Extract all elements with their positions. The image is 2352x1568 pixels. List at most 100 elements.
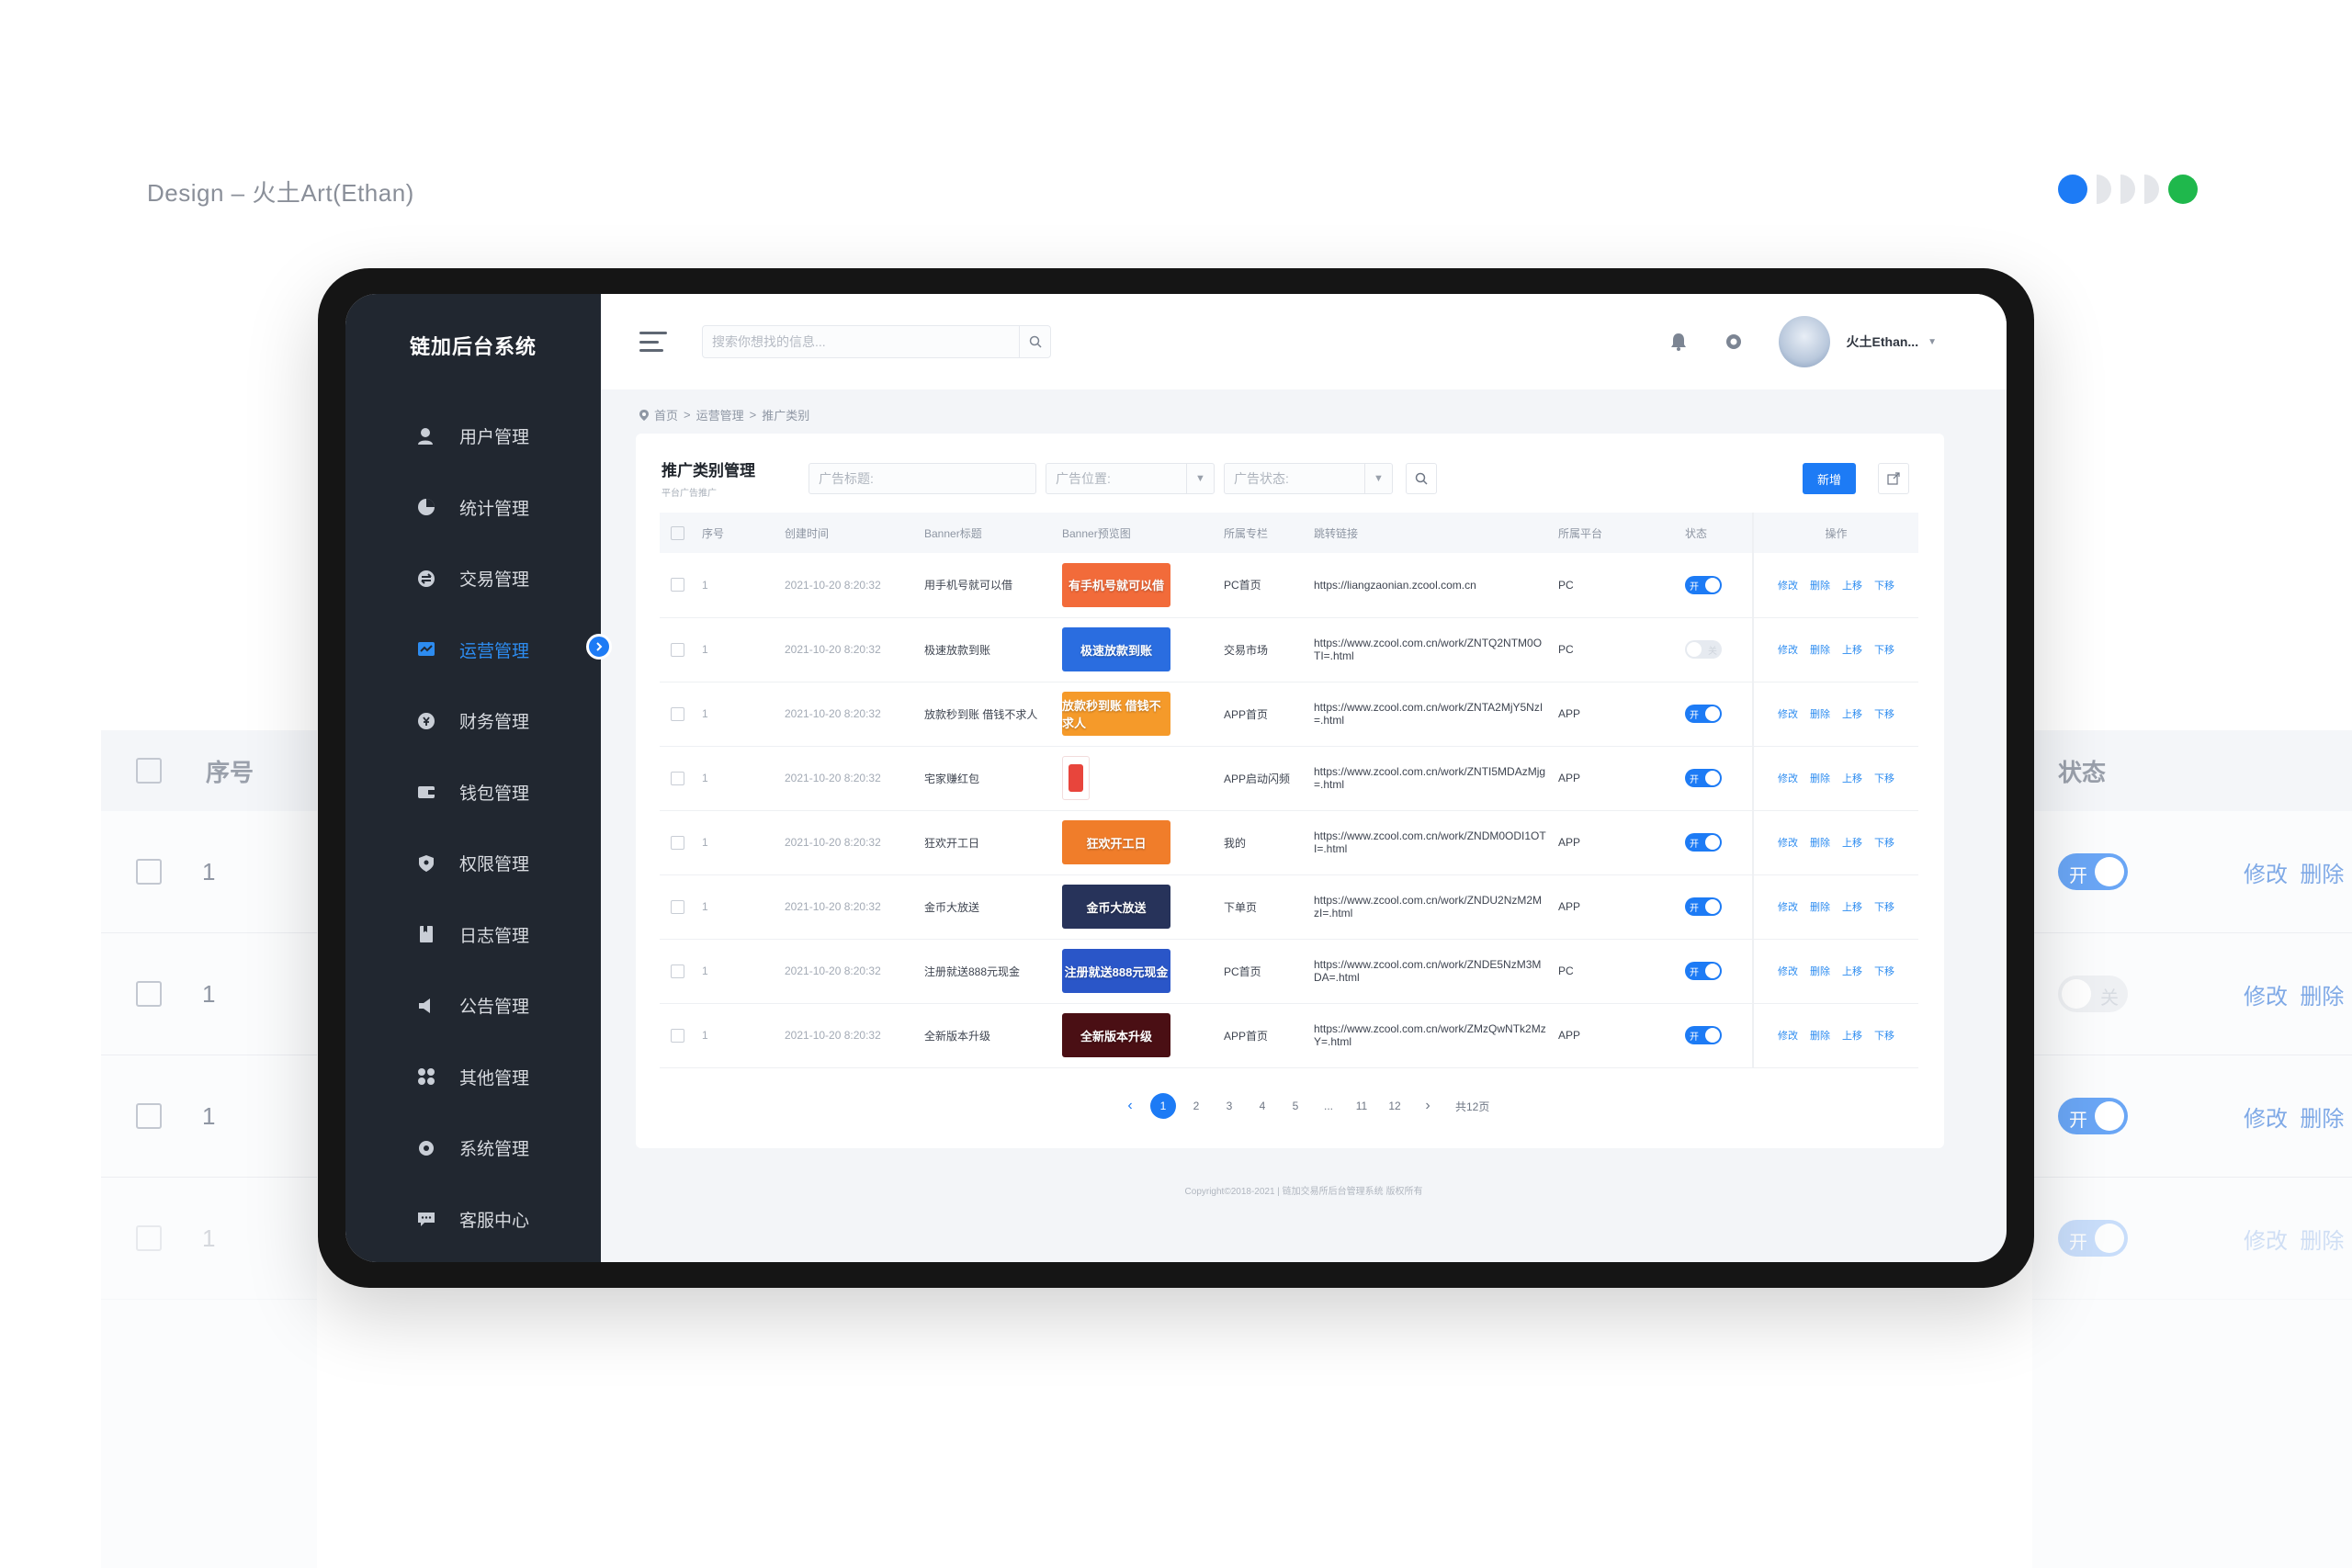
banner-preview[interactable]: 全新版本升级 — [1062, 1013, 1170, 1057]
status-toggle[interactable]: 开 — [1685, 1026, 1722, 1044]
bell-icon[interactable] — [1668, 332, 1689, 352]
sidebar-item-1[interactable]: 统计管理 — [345, 472, 601, 544]
page-number[interactable]: 4 — [1246, 1100, 1279, 1112]
move-up-link[interactable]: 上移 — [1842, 964, 1862, 978]
prev-page-icon[interactable]: ‹ — [1114, 1098, 1147, 1114]
edit-link[interactable]: 修改 — [1778, 1028, 1798, 1043]
banner-preview[interactable]: 注册就送888元现金 — [1062, 949, 1170, 993]
banner-preview[interactable]: 极速放款到账 — [1062, 627, 1170, 671]
move-up-link[interactable]: 上移 — [1842, 771, 1862, 785]
row-link[interactable]: https://www.zcool.com.cn/work/ZMzQwNTk2M… — [1303, 1003, 1547, 1068]
status-toggle[interactable]: 开 — [1685, 833, 1722, 852]
status-toggle[interactable]: 开 — [1685, 769, 1722, 787]
delete-link[interactable]: 删除 — [1810, 899, 1830, 914]
sidebar-item-5[interactable]: 钱包管理 — [345, 757, 601, 829]
gear-icon[interactable] — [1724, 332, 1744, 352]
sidebar-item-11[interactable]: 客服中心 — [345, 1184, 601, 1256]
status-toggle[interactable]: 开 — [1685, 897, 1722, 916]
banner-preview[interactable]: 放款秒到账 借钱不求人 — [1062, 692, 1170, 736]
page-number[interactable]: 12 — [1378, 1100, 1411, 1112]
row-checkbox[interactable] — [671, 706, 684, 721]
sidebar-item-10[interactable]: 系统管理 — [345, 1112, 601, 1184]
row-checkbox[interactable] — [671, 1028, 684, 1043]
sidebar-item-2[interactable]: 交易管理 — [345, 543, 601, 615]
next-page-icon[interactable]: › — [1411, 1098, 1444, 1114]
search-button[interactable] — [1019, 326, 1050, 357]
sidebar-item-3[interactable]: 运营管理 — [345, 615, 601, 686]
ad-status-select[interactable]: 广告状态: ▼ — [1224, 463, 1393, 494]
sidebar-item-6[interactable]: 权限管理 — [345, 828, 601, 899]
page-number[interactable]: 3 — [1213, 1100, 1246, 1112]
row-checkbox[interactable] — [671, 899, 684, 914]
delete-link[interactable]: 删除 — [1810, 1028, 1830, 1043]
ad-title-filter[interactable]: 广告标题: — [808, 463, 1036, 494]
delete-link[interactable]: 删除 — [1810, 642, 1830, 657]
sidebar-item-8[interactable]: 公告管理 — [345, 970, 601, 1042]
move-down-link[interactable]: 下移 — [1874, 964, 1894, 978]
filter-search-button[interactable] — [1406, 463, 1437, 494]
sidebar-item-4[interactable]: 财务管理 — [345, 685, 601, 757]
edit-link[interactable]: 修改 — [1778, 578, 1798, 592]
avatar[interactable] — [1778, 316, 1830, 367]
row-link[interactable]: https://www.zcool.com.cn/work/ZNTA2MjY5N… — [1303, 682, 1547, 747]
delete-link[interactable]: 删除 — [1810, 578, 1830, 592]
move-up-link[interactable]: 上移 — [1842, 578, 1862, 592]
edit-link[interactable]: 修改 — [1778, 899, 1798, 914]
search-input[interactable] — [703, 326, 1019, 357]
delete-link[interactable]: 删除 — [1810, 706, 1830, 721]
move-down-link[interactable]: 下移 — [1874, 771, 1894, 785]
select-all-checkbox[interactable] — [671, 525, 684, 540]
row-checkbox[interactable] — [671, 771, 684, 785]
banner-preview[interactable]: 金币大放送 — [1062, 885, 1170, 929]
banner-preview[interactable]: 有手机号就可以借 — [1062, 562, 1170, 607]
move-up-link[interactable]: 上移 — [1842, 835, 1862, 850]
row-link[interactable]: https://www.zcool.com.cn/work/ZNTI5MDAzM… — [1303, 746, 1547, 811]
status-toggle[interactable]: 开 — [1685, 962, 1722, 980]
page-number[interactable]: 1 — [1150, 1093, 1176, 1119]
breadcrumb-operation[interactable]: 运营管理 — [696, 406, 744, 423]
move-down-link[interactable]: 下移 — [1874, 899, 1894, 914]
page-number[interactable]: 5 — [1279, 1100, 1312, 1112]
row-link[interactable]: https://www.zcool.com.cn/work/ZNTQ2NTM0O… — [1303, 617, 1547, 682]
move-down-link[interactable]: 下移 — [1874, 706, 1894, 721]
delete-link[interactable]: 删除 — [1810, 964, 1830, 978]
status-toggle[interactable]: 开 — [1685, 705, 1722, 723]
move-up-link[interactable]: 上移 — [1842, 706, 1862, 721]
delete-link[interactable]: 删除 — [1810, 835, 1830, 850]
row-link[interactable]: https://www.zcool.com.cn/work/ZNDM0ODI1O… — [1303, 810, 1547, 875]
edit-link[interactable]: 修改 — [1778, 771, 1798, 785]
edit-link[interactable]: 修改 — [1778, 835, 1798, 850]
page-number[interactable]: 11 — [1345, 1100, 1378, 1112]
move-down-link[interactable]: 下移 — [1874, 642, 1894, 657]
sidebar-item-0[interactable]: 用户管理 — [345, 400, 601, 472]
row-checkbox[interactable] — [671, 964, 684, 978]
edit-link[interactable]: 修改 — [1778, 706, 1798, 721]
user-name[interactable]: 火土Ethan... — [1847, 333, 1919, 351]
move-up-link[interactable]: 上移 — [1842, 1028, 1862, 1043]
move-down-link[interactable]: 下移 — [1874, 578, 1894, 592]
status-toggle[interactable]: 关 — [1685, 640, 1722, 659]
ad-position-select[interactable]: 广告位置: ▼ — [1046, 463, 1215, 494]
export-button[interactable] — [1878, 463, 1909, 494]
row-link[interactable]: https://liangzaonian.zcool.com.cn — [1303, 553, 1547, 618]
move-down-link[interactable]: 下移 — [1874, 1028, 1894, 1043]
edit-link[interactable]: 修改 — [1778, 642, 1798, 657]
edit-link[interactable]: 修改 — [1778, 964, 1798, 978]
row-checkbox[interactable] — [671, 578, 684, 592]
add-button[interactable]: 新增 — [1803, 463, 1856, 494]
menu-toggle-icon[interactable] — [639, 332, 667, 352]
delete-link[interactable]: 删除 — [1810, 771, 1830, 785]
breadcrumb-home[interactable]: 首页 — [654, 406, 678, 423]
sidebar-item-7[interactable]: 日志管理 — [345, 899, 601, 971]
row-link[interactable]: https://www.zcool.com.cn/work/ZNDU2NzM2M… — [1303, 874, 1547, 940]
row-checkbox[interactable] — [671, 835, 684, 850]
banner-preview[interactable] — [1062, 756, 1090, 800]
banner-preview[interactable]: 狂欢开工日 — [1062, 820, 1170, 864]
chevron-down-icon[interactable]: ▼ — [1928, 337, 1937, 347]
move-up-link[interactable]: 上移 — [1842, 899, 1862, 914]
move-down-link[interactable]: 下移 — [1874, 835, 1894, 850]
row-checkbox[interactable] — [671, 642, 684, 657]
sidebar-item-9[interactable]: 其他管理 — [345, 1042, 601, 1113]
row-link[interactable]: https://www.zcool.com.cn/work/ZNDE5NzM3M… — [1303, 939, 1547, 1004]
status-toggle[interactable]: 开 — [1685, 575, 1722, 594]
